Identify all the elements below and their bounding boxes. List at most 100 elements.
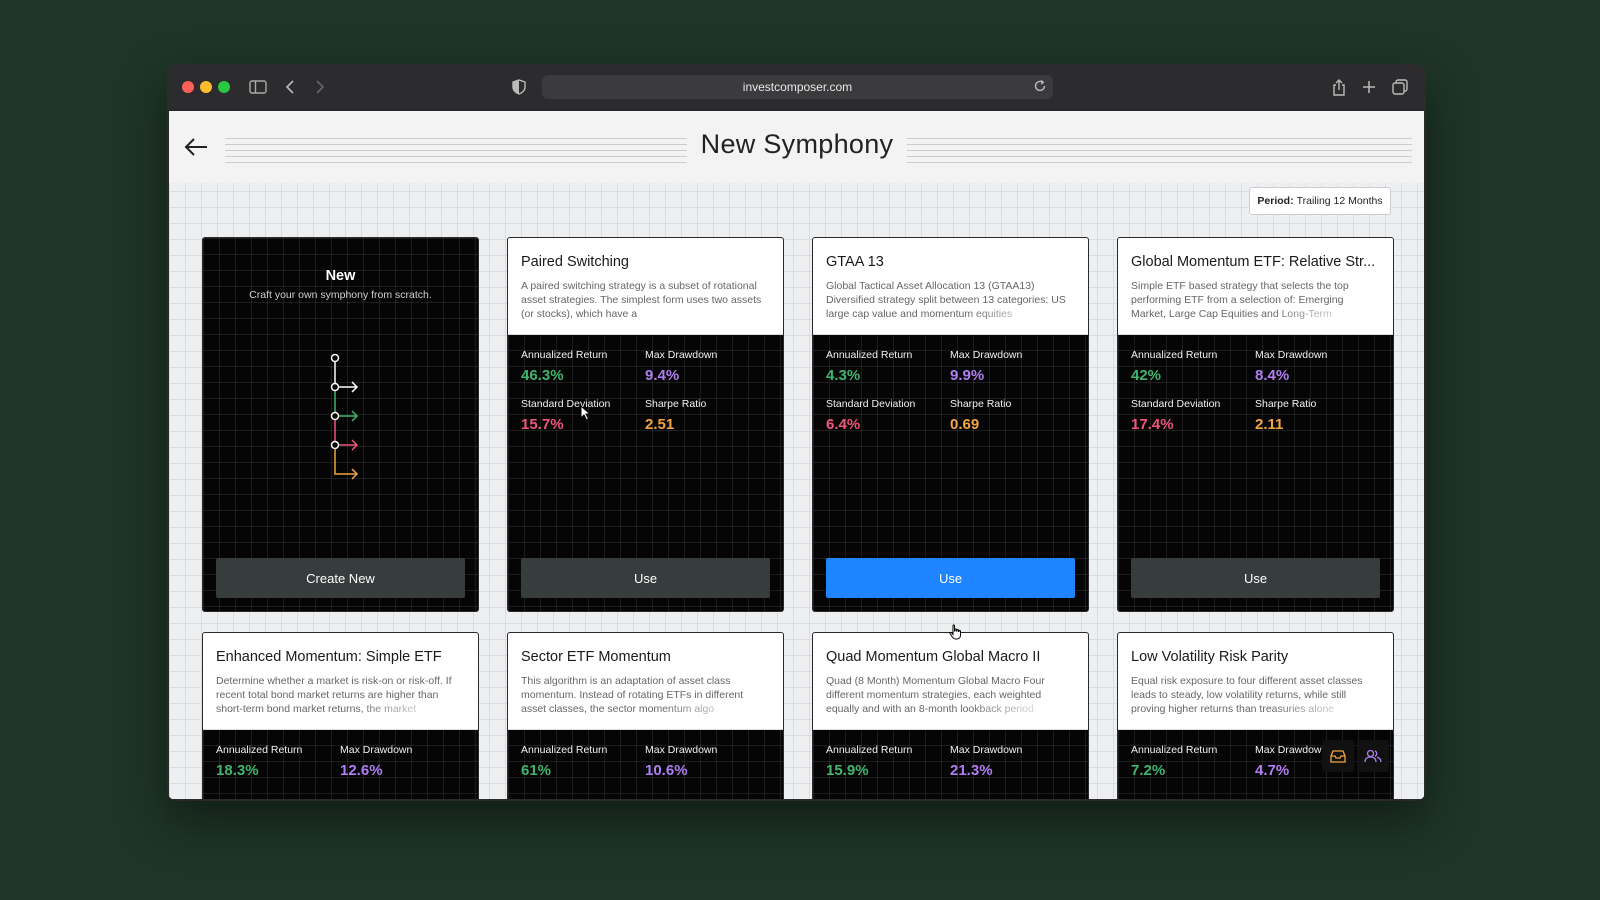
privacy-shield-icon[interactable] [507, 75, 531, 99]
standard-deviation-label: Standard Deviation [521, 398, 611, 410]
minimize-window-button[interactable] [200, 81, 212, 93]
max-drawdown-label: Max Drawdown [340, 744, 413, 756]
annualized-return-label: Annualized Return [1131, 349, 1218, 361]
max-drawdown-label: Max Drawdown [950, 744, 1023, 756]
title-rule-right [907, 133, 1412, 163]
max-drawdown-label: Max Drawdown [645, 349, 718, 361]
sharpe-ratio-label: Sharpe Ratio [950, 398, 1012, 410]
annualized-return-label: Annualized Return [216, 744, 303, 756]
period-selector[interactable]: Period: Trailing 12 Months [1249, 187, 1391, 215]
use-button[interactable]: Use [826, 558, 1075, 598]
max-drawdown-value: 9.4% [645, 367, 680, 384]
card-title: Global Momentum ETF: Relative Str... [1131, 254, 1376, 270]
card-header: Quad Momentum Global Macro II Quad (8 Mo… [813, 633, 1088, 730]
arrow-left-icon[interactable] [183, 135, 213, 159]
card-title: Sector ETF Momentum [521, 649, 671, 665]
period-value: Trailing 12 Months [1296, 195, 1383, 207]
new-card-title: New [325, 268, 356, 284]
strategy-card-paired-switching[interactable]: Paired Switching A paired switching stra… [507, 237, 784, 612]
title-rule-left [225, 133, 687, 163]
card-description: Equal risk exposure to four different as… [1131, 674, 1380, 716]
max-drawdown-value: 8.4% [1255, 367, 1290, 384]
max-drawdown-label: Max Drawdown [950, 349, 1023, 361]
share-icon[interactable] [1327, 75, 1351, 99]
annualized-return-label: Annualized Return [826, 744, 913, 756]
reload-icon[interactable] [1033, 79, 1047, 96]
address-bar[interactable]: investcomposer.com [542, 75, 1053, 99]
annualized-return-label: Annualized Return [521, 744, 608, 756]
strategy-card-enhanced-momentum[interactable]: Enhanced Momentum: Simple ETF Determine … [202, 632, 479, 799]
card-title: Low Volatility Risk Parity [1131, 649, 1289, 665]
annualized-return-value: 61% [521, 762, 552, 779]
card-description: A paired switching strategy is a subset … [521, 279, 770, 321]
page-title: New Symphony [700, 129, 894, 159]
card-title: Paired Switching [521, 254, 629, 270]
strategy-card-quad-momentum[interactable]: Quad Momentum Global Macro II Quad (8 Mo… [812, 632, 1089, 799]
strategy-card-low-volatility-risk-parity[interactable]: Low Volatility Risk Parity Equal risk ex… [1117, 632, 1394, 799]
card-stats: Annualized Return 4.3% Max Drawdown 9.9% S… [813, 335, 1088, 433]
annualized-return-label: Annualized Return [521, 349, 608, 361]
card-header: Sector ETF Momentum This algorithm is an… [508, 633, 783, 730]
browser-window: investcomposer.com New Symphony Period: … [167, 64, 1426, 801]
card-header: Paired Switching A paired switching stra… [508, 238, 783, 335]
annualized-return-label: Annualized Return [826, 349, 913, 361]
sharpe-ratio-value: 0.69 [950, 416, 980, 433]
new-tab-icon[interactable] [1357, 75, 1381, 99]
annualized-return-label: Annualized Return [1131, 744, 1218, 756]
create-new-card[interactable]: New Craft your own symphony from scratch… [202, 237, 479, 612]
card-header: Low Volatility Risk Parity Equal risk ex… [1118, 633, 1393, 730]
inbox-icon[interactable] [1322, 740, 1354, 772]
card-stats: Annualized Return 15.9% Max Drawdown 21.3% [813, 730, 1088, 779]
back-icon[interactable] [278, 75, 302, 99]
max-drawdown-value: 10.6% [645, 762, 688, 779]
annualized-return-value: 42% [1131, 367, 1162, 384]
browser-toolbar: investcomposer.com [167, 64, 1426, 109]
sharpe-ratio-value: 2.11 [1255, 416, 1284, 433]
card-description: Simple ETF based strategy that selects t… [1131, 279, 1380, 321]
card-stats: Annualized Return 46.3% Max Drawdown 9.4% … [508, 335, 783, 433]
annualized-return-value: 7.2% [1131, 762, 1166, 779]
standard-deviation-value: 17.4% [1131, 416, 1174, 433]
card-header: GTAA 13 Global Tactical Asset Allocation… [813, 238, 1088, 335]
standard-deviation-label: Standard Deviation [826, 398, 916, 410]
url-text: investcomposer.com [742, 80, 853, 94]
card-description: Determine whether a market is risk-on or… [216, 674, 465, 716]
annualized-return-value: 46.3% [521, 367, 564, 384]
card-description: This algorithm is an adaptation of asset… [521, 674, 770, 716]
create-new-button[interactable]: Create New [216, 558, 465, 598]
max-drawdown-value: 12.6% [340, 762, 383, 779]
card-title: GTAA 13 [826, 254, 884, 270]
card-description: Quad (8 Month) Momentum Global Macro Fou… [826, 674, 1075, 716]
max-drawdown-label: Max Drawdown [645, 744, 718, 756]
card-stats: Annualized Return 42% Max Drawdown 8.4% St… [1118, 335, 1393, 433]
card-stats: Annualized Return 61% Max Drawdown 10.6% [508, 730, 783, 779]
card-header: Enhanced Momentum: Simple ETF Determine … [203, 633, 478, 730]
annualized-return-value: 15.9% [826, 762, 869, 779]
tab-overview-icon[interactable] [1388, 75, 1412, 99]
card-title: Quad Momentum Global Macro II [826, 649, 1041, 665]
page-header: New Symphony [169, 111, 1424, 183]
strategy-card-global-momentum-etf[interactable]: Global Momentum ETF: Relative Str... Sim… [1117, 237, 1394, 612]
sharpe-ratio-value: 2.51 [645, 416, 675, 433]
period-label: Period: [1257, 195, 1294, 207]
standard-deviation-label: Standard Deviation [1131, 398, 1221, 410]
forward-icon[interactable] [308, 75, 332, 99]
strategy-card-gtaa-13[interactable]: GTAA 13 Global Tactical Asset Allocation… [812, 237, 1089, 612]
card-stats: Annualized Return 18.3% Max Drawdown 12.6% [203, 730, 478, 779]
card-description: Global Tactical Asset Allocation 13 (GTA… [826, 279, 1075, 321]
use-button[interactable]: Use [521, 558, 770, 598]
max-drawdown-value: 9.9% [950, 367, 985, 384]
max-drawdown-value: 21.3% [950, 762, 993, 779]
standard-deviation-value: 6.4% [826, 416, 861, 433]
close-window-button[interactable] [182, 81, 194, 93]
strategy-card-sector-etf-momentum[interactable]: Sector ETF Momentum This algorithm is an… [507, 632, 784, 799]
page-content: New Symphony Period: Trailing 12 Months … [169, 111, 1424, 799]
maximize-window-button[interactable] [218, 81, 230, 93]
card-title: Enhanced Momentum: Simple ETF [216, 649, 442, 665]
symphony-tree-icon [330, 353, 359, 480]
annualized-return-value: 18.3% [216, 762, 259, 779]
sidebar-toggle-icon[interactable] [246, 75, 270, 99]
users-icon[interactable] [1357, 740, 1389, 772]
use-button[interactable]: Use [1131, 558, 1380, 598]
sharpe-ratio-label: Sharpe Ratio [645, 398, 707, 410]
